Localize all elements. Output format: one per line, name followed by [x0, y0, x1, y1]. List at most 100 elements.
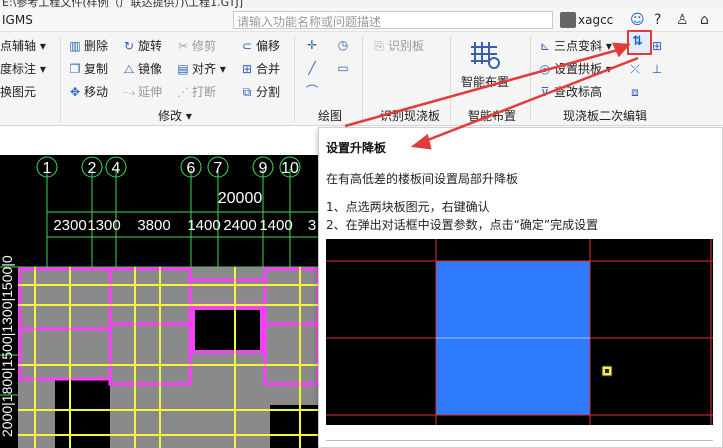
user-name[interactable]: xagcc: [578, 13, 613, 27]
set-arch-slab-button[interactable]: ◎ 设置拱板 ▾: [538, 61, 612, 77]
delete-button[interactable]: ▥ 删除: [68, 38, 108, 54]
draw-line-button[interactable]: ╱: [305, 60, 321, 76]
preview-illustration: [326, 239, 713, 425]
tooltip-step-1: 1、点选两块板图元，右键确认: [326, 200, 490, 214]
tooltip-step-2: 2、在弹出对话框中设置参数，点击“确定”完成设置: [326, 218, 599, 232]
rectangle-icon: ▭: [337, 61, 349, 75]
ribbon-item-aux-axis[interactable]: 点辅轴 ▾: [0, 38, 46, 54]
dimension-label: 2400: [223, 217, 256, 234]
trim-icon: ✂: [177, 39, 189, 53]
ribbon-item-dimension[interactable]: 度标注 ▾: [0, 61, 46, 77]
split-button[interactable]: ⧉ 分割: [240, 84, 280, 100]
search-input[interactable]: 请输入功能名称或问题描述: [233, 11, 553, 29]
smart-layout-label: 智能布置: [460, 75, 509, 89]
axis-label: 1: [43, 160, 52, 177]
home-icon[interactable]: ⌂: [700, 12, 709, 28]
tooltip-preview-image: [326, 239, 713, 425]
app-window: E:\参考工程文件(样例（广联达提供）)\工程1.GTJ] IGMS 请输入功能…: [0, 0, 723, 448]
mirror-button[interactable]: ⧍ 镜像: [122, 61, 162, 77]
dimension-label: 3800: [137, 217, 170, 234]
slab-tool-c-button[interactable]: ⊥: [650, 61, 666, 77]
check-elevation-button[interactable]: ⊽ 查改标高: [538, 84, 602, 100]
align-icon: ▤: [177, 62, 189, 76]
total-dimension: 20000: [218, 190, 263, 207]
slope-icon: ⊾: [539, 39, 551, 53]
align-button[interactable]: ▤ 对齐 ▾: [176, 61, 226, 77]
merge-icon: ⊞: [241, 62, 253, 76]
help-icon[interactable]: ?: [654, 12, 661, 28]
slab-tool-b-button[interactable]: ⤫: [628, 61, 644, 77]
slab-tool-c-icon: ⊥: [651, 62, 663, 76]
group-label-modify[interactable]: 修改 ▾: [158, 107, 192, 124]
clock-icon: ◷: [337, 38, 349, 52]
extend-button[interactable]: ⤍ 延伸: [122, 84, 162, 100]
slab-tool-b-icon: ⤫: [630, 62, 640, 76]
search-placeholder: 请输入功能名称或问题描述: [237, 15, 382, 29]
rotate-button[interactable]: ↻ 旋转: [122, 38, 162, 54]
left-dimension-label: 2000|1800|1500|1300|1500|0: [0, 255, 15, 437]
three-point-slope-button[interactable]: ⊾ 三点变斜 ▾: [538, 38, 612, 54]
ribbon-item-swap-element[interactable]: 换图元: [0, 84, 36, 100]
chat-icon[interactable]: ☺: [630, 12, 645, 28]
elevation-icon: ⊽: [540, 85, 550, 99]
offset-button[interactable]: ⊂ 偏移: [240, 38, 280, 54]
offset-icon: ⊂: [241, 39, 253, 53]
mirror-icon: ⧍: [123, 62, 135, 76]
shirt-icon[interactable]: ♙: [676, 12, 689, 28]
app-header: IGMS 请输入功能名称或问题描述 xagcc ☺ ? ♙ ⌂: [0, 8, 723, 32]
ribbon-separator: [60, 36, 61, 122]
extend-icon: ⤍: [122, 85, 136, 99]
cursor-marker-dot: [605, 369, 609, 373]
tooltip-title: 设置升降板: [326, 141, 387, 155]
drawing-canvas[interactable]: 1 2 4 6 7 9 10 20000 2300 1300 3800 1400…: [0, 155, 318, 448]
ribbon-separator: [362, 36, 363, 122]
recognize-icon: ⎘: [374, 39, 384, 53]
copy-icon: ❐: [69, 62, 81, 76]
break-icon: ⋰: [177, 85, 189, 99]
draw-clock-button[interactable]: ◷: [336, 37, 352, 53]
slab-tool-d-button[interactable]: ⧈: [628, 84, 644, 100]
break-button[interactable]: ⋰ 打断: [176, 84, 216, 100]
draw-point-button[interactable]: ✛: [305, 37, 321, 53]
floor-plan-drawing: 1 2 4 6 7 9 10 20000 2300 1300 3800 1400…: [0, 156, 318, 448]
tooltip-divider: [326, 440, 713, 441]
ribbon: 点辅轴 ▾ 度标注 ▾ 换图元 ▥ 删除 ❐ 复制 ✥ 移动 ↻ 旋转 ⧍ 镜像 ⤍ 延伸 …: [0, 32, 723, 126]
set-raise-lower-slab-button[interactable]: ⇅: [627, 30, 652, 55]
group-label-smart: 智能布置: [468, 109, 517, 123]
ribbon-separator: [450, 36, 451, 122]
axis-label: 6: [187, 160, 196, 177]
merge-button[interactable]: ⊞ 合并: [240, 61, 280, 77]
app-name: IGMS: [2, 13, 33, 27]
smart-layout-icon: [469, 38, 501, 70]
axis-label: 9: [259, 160, 268, 177]
draw-rect-button[interactable]: ▭: [336, 60, 352, 76]
group-label-edit2: 现浇板二次编辑: [563, 109, 648, 123]
draw-arc-button[interactable]: ⌒: [305, 83, 321, 99]
point-icon: ✛: [306, 38, 318, 52]
dimension-label: 1400: [187, 217, 220, 234]
delete-icon: ▥: [69, 39, 81, 53]
axis-label: 10: [281, 160, 299, 177]
rotate-icon: ↻: [123, 39, 135, 53]
canvas-header-strip: [0, 127, 318, 155]
title-bar: E:\参考工程文件(样例（广联达提供）)\工程1.GTJ]: [0, 0, 723, 8]
ribbon-separator: [294, 36, 295, 122]
move-icon: ✥: [69, 85, 81, 99]
dimension-label: 2300: [53, 217, 86, 234]
dimension-label: 1400: [259, 217, 292, 234]
line-icon: ╱: [308, 61, 316, 75]
group-label-recognize: 识别现浇板: [380, 109, 441, 123]
dimension-label: 3: [308, 217, 316, 234]
move-button[interactable]: ✥ 移动: [68, 84, 108, 100]
dimension-labels: 2300 1300 3800 1400 2400 1400 3: [53, 217, 316, 234]
slab-tool-d-icon: ⧈: [631, 85, 639, 99]
axis-label: 4: [112, 160, 121, 177]
avatar[interactable]: [560, 12, 576, 28]
copy-button[interactable]: ❐ 复制: [68, 61, 108, 77]
recognize-slab-button[interactable]: ⎘ 识别板: [372, 38, 424, 54]
ribbon-separator: [530, 36, 531, 122]
axis-label-group: 1 2 4 6 7 9 10: [43, 160, 299, 177]
slab-tool-a-button[interactable]: ⊞: [650, 38, 666, 54]
smart-layout-button[interactable]: 智能布置: [455, 38, 515, 90]
trim-button[interactable]: ✂ 修剪: [176, 38, 216, 54]
